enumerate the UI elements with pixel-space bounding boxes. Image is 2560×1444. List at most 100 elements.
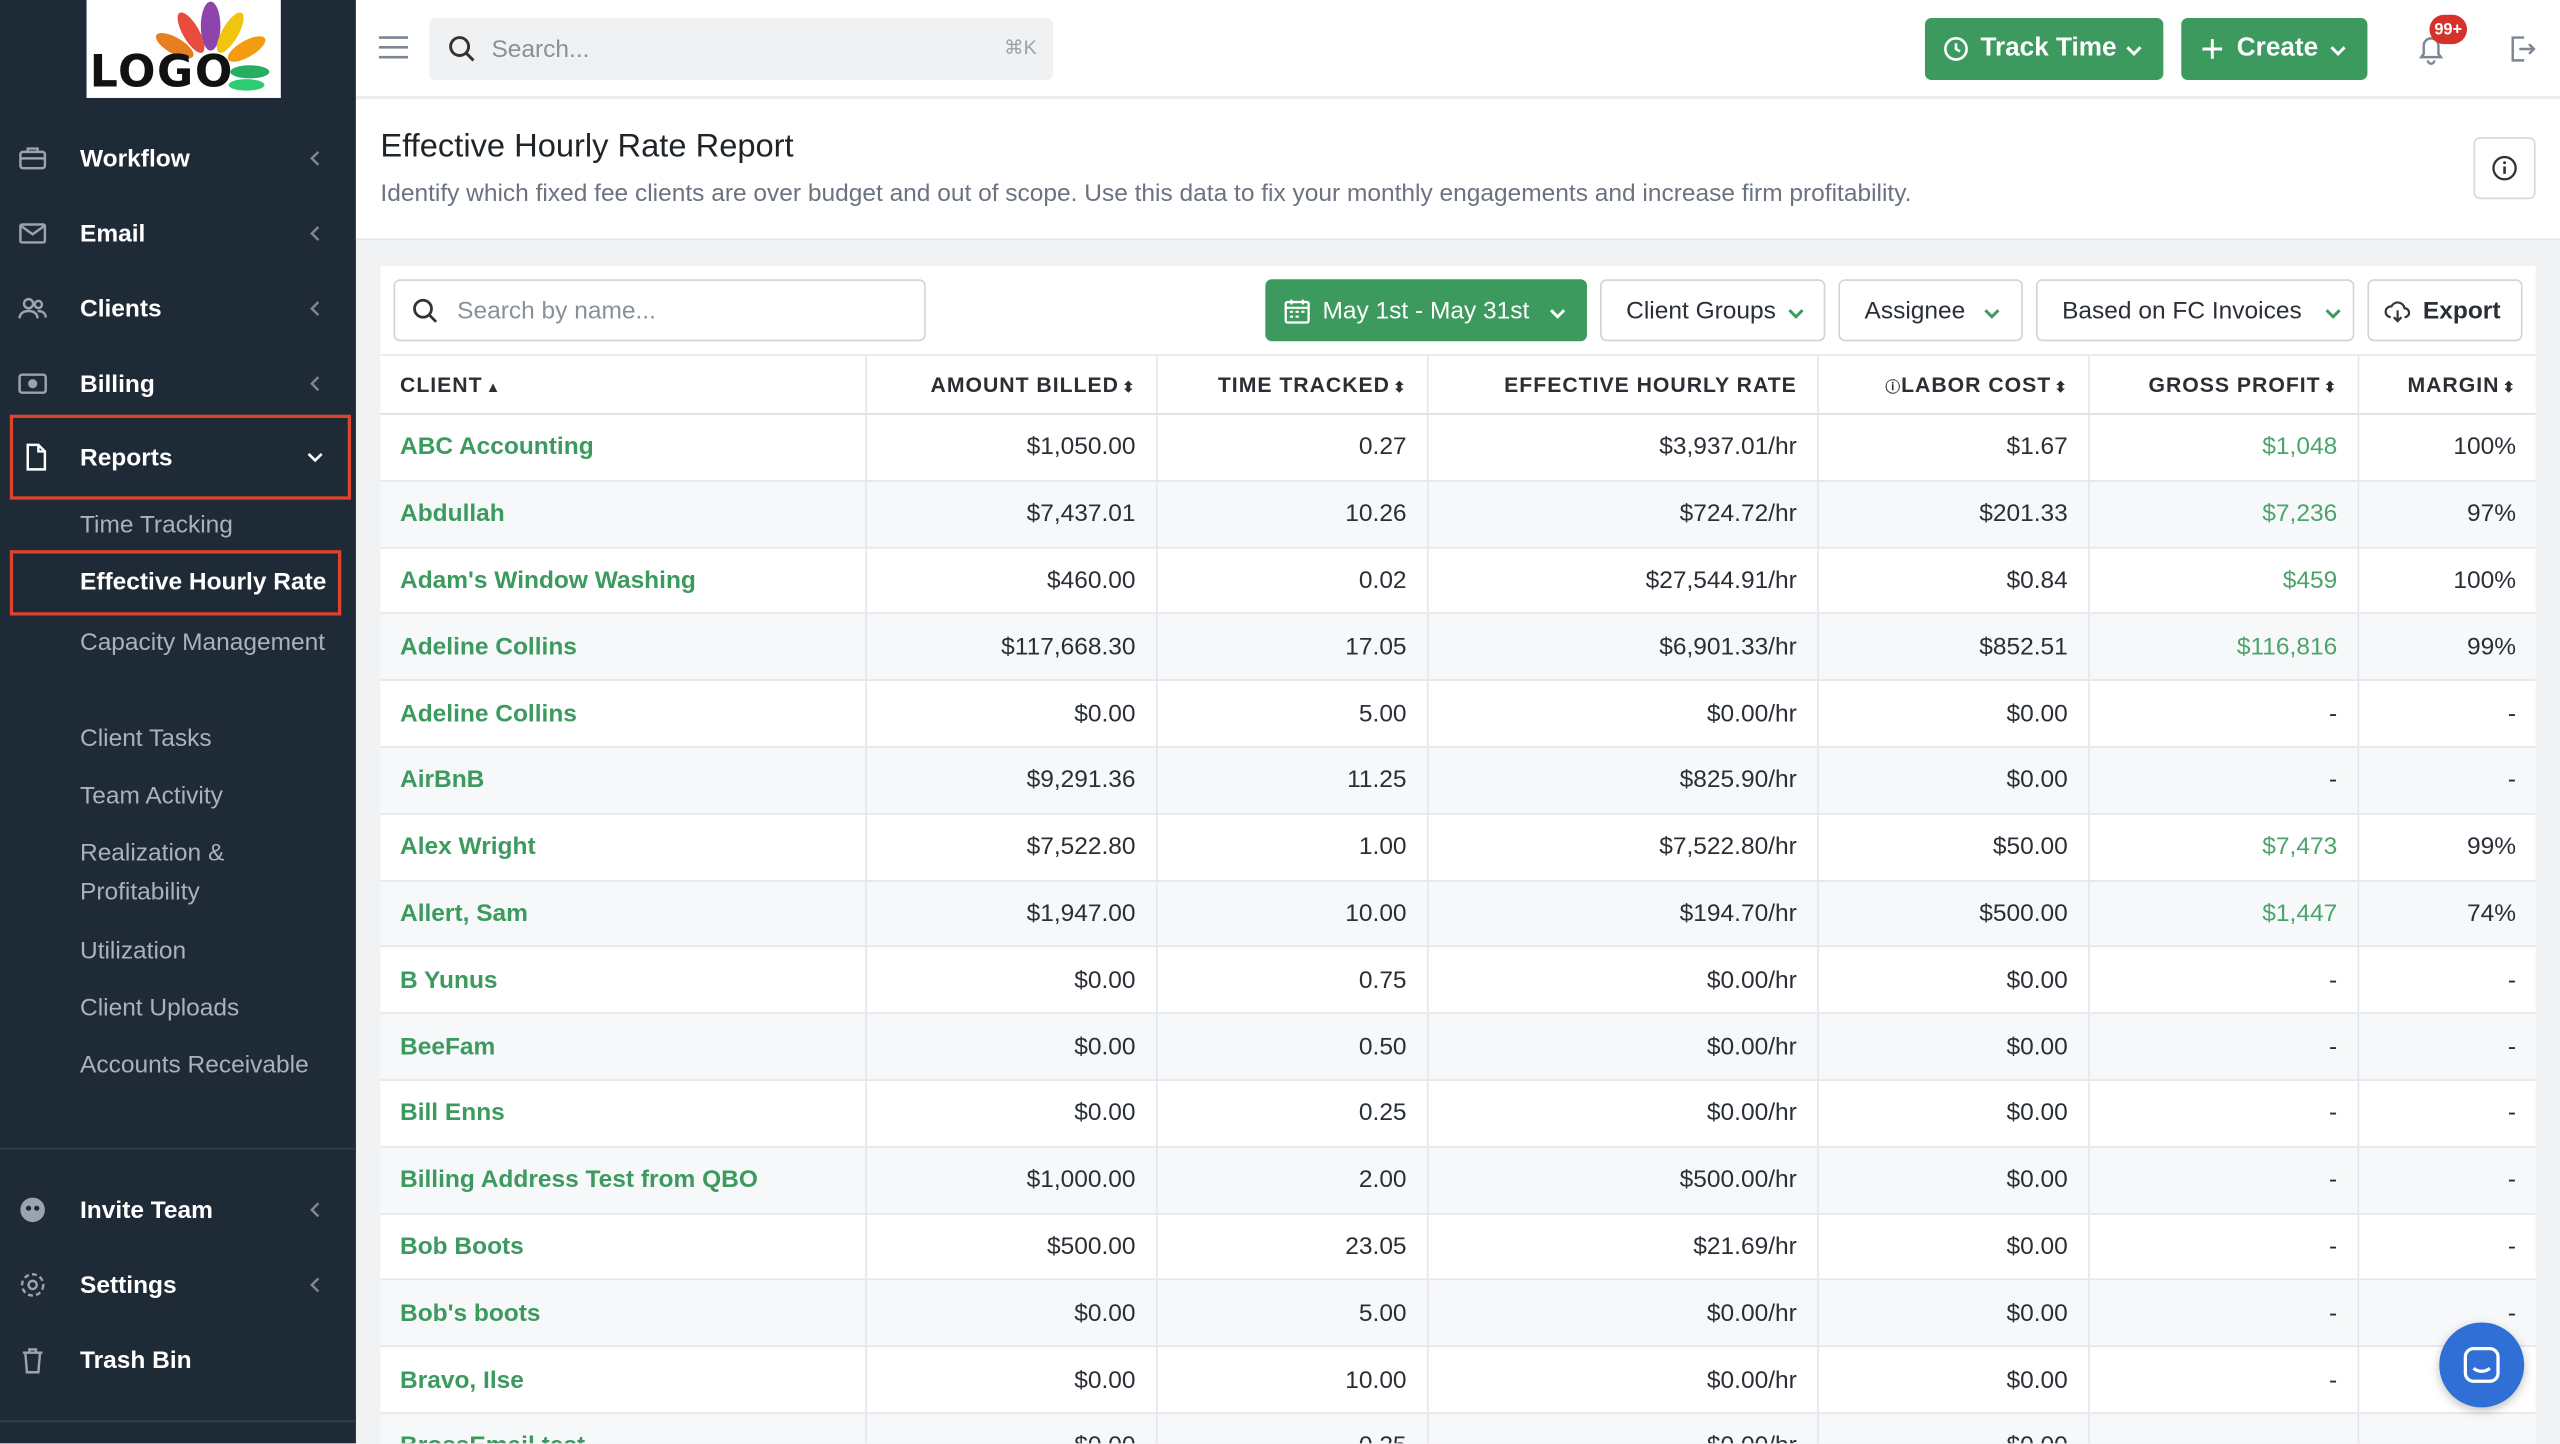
table-cell: $7,437.01 (864, 480, 1156, 548)
table-cell: $7,522.80 (864, 813, 1156, 881)
sidebar-sub-client-tasks[interactable]: Client Tasks (80, 720, 341, 759)
table-cell: 23.05 (1155, 1213, 1427, 1281)
table-cell: - (2356, 946, 2536, 1015)
global-search[interactable]: ⌘K (429, 17, 1054, 81)
sidebar-sub-client-uploads[interactable]: Client Uploads (80, 989, 341, 1028)
sidebar-divider (0, 1147, 356, 1150)
sidebar-sub-label: Effective Hourly Rate (80, 568, 327, 596)
sidebar-sub-effective-hourly-rate[interactable]: Effective Hourly Rate (9, 550, 342, 616)
sidebar-item-label: Reports (80, 443, 173, 472)
sidebar-item-billing[interactable]: Billing (0, 351, 356, 416)
based-on-dropdown[interactable]: Based on FC Invoices (2035, 279, 2355, 342)
col-header-labor-cost[interactable]: ⓘLABOR COST ⬍ (1816, 354, 2089, 415)
client-name-link[interactable]: Bravo, Ilse (380, 1346, 866, 1414)
info-button[interactable] (2473, 137, 2536, 200)
sidebar-sub-accounts-receivable[interactable]: Accounts Receivable (80, 1047, 341, 1086)
col-header-time-tracked[interactable]: TIME TRACKED ⬍ (1155, 354, 1427, 415)
client-name-link[interactable]: Bob's boots (380, 1279, 866, 1348)
hamburger-menu-icon[interactable] (378, 36, 409, 59)
export-button[interactable]: Export (2367, 279, 2523, 342)
table-cell: 2.00 (1155, 1146, 1427, 1215)
sort-icon: ⬍ (1122, 378, 1136, 396)
logo[interactable]: LOGO (86, 0, 281, 98)
sidebar-item-email[interactable]: Email (0, 201, 356, 266)
col-header-margin[interactable]: MARGIN ⬍ (2356, 354, 2536, 415)
table-cell: $1,000.00 (864, 1146, 1156, 1215)
table-cell: $0.00 (1816, 680, 2089, 748)
table-row: Adam's Window Washing $460.00 0.02 $27,544.… (380, 547, 2536, 615)
table-cell: 10.00 (1155, 1346, 1427, 1414)
client-name-link[interactable]: BeeFam (380, 1013, 866, 1081)
client-name-link[interactable]: Adeline Collins (380, 613, 866, 682)
sidebar-item-trash-bin[interactable]: Trash Bin (0, 1327, 356, 1392)
client-search-input[interactable] (457, 280, 915, 340)
table-cell: $460.00 (864, 547, 1156, 615)
table-cell: $0.00 (1816, 946, 2089, 1015)
table-cell: - (2356, 680, 2536, 748)
client-groups-dropdown[interactable]: Client Groups (1600, 279, 1826, 342)
logout-icon[interactable] (2508, 34, 2537, 63)
client-name-link[interactable]: ABC Accounting (380, 413, 866, 482)
date-range-button[interactable]: May 1st - May 31st (1265, 279, 1587, 342)
sidebar-item-reports[interactable]: Reports (9, 414, 352, 500)
table-cell: $852.51 (1816, 613, 2089, 682)
table-cell: 100% (2356, 547, 2536, 615)
col-header-gross-profit[interactable]: GROSS PROFIT ⬍ (2087, 354, 2358, 415)
gear-icon (20, 1273, 45, 1297)
client-name-link[interactable]: BrossEmail test (380, 1413, 866, 1444)
col-header-effective-hourly-rate: EFFECTIVE HOURLY RATE (1426, 354, 1818, 415)
client-name-link[interactable]: Allert, Sam (380, 880, 866, 948)
client-name-link[interactable]: Adeline Collins (380, 680, 866, 748)
global-search-input[interactable] (491, 17, 982, 81)
table-cell: $0.00 (1816, 1079, 2089, 1148)
sidebar-item-workflow[interactable]: Workflow (0, 126, 356, 191)
assignee-label: Assignee (1864, 297, 1966, 325)
table-cell: - (2087, 1346, 2358, 1414)
sidebar-item-invite-team[interactable]: Invite Team (0, 1177, 356, 1242)
client-name-link[interactable]: Bob Boots (380, 1213, 866, 1281)
client-name-link[interactable]: Adam's Window Washing (380, 547, 866, 615)
table-row: BeeFam $0.00 0.50 $0.00/hr $0.00- - (380, 1013, 2536, 1081)
col-header-amount-billed[interactable]: AMOUNT BILLED ⬍ (864, 354, 1156, 415)
table-cell: $459 (2087, 547, 2358, 615)
client-name-link[interactable]: B Yunus (380, 946, 866, 1015)
col-header-client[interactable]: CLIENT ▲ (380, 354, 866, 415)
table-cell: 0.25 (1155, 1413, 1427, 1444)
col-header-label: TIME TRACKED (1217, 372, 1390, 397)
sidebar-sub-utilization[interactable]: Utilization (80, 932, 341, 971)
table-row: BrossEmail test$0.000.25$0.00/hr$0.00-- (380, 1413, 2536, 1444)
table-cell: $117,668.30 (864, 613, 1156, 682)
users-icon (18, 297, 47, 319)
table-cell: 99% (2356, 613, 2536, 682)
client-search[interactable] (393, 279, 926, 342)
assignee-dropdown[interactable]: Assignee (1838, 279, 2023, 342)
track-time-button[interactable]: Track Time (1924, 17, 2164, 81)
client-name-link[interactable]: Billing Address Test from QBO (380, 1146, 866, 1215)
sidebar-sub-capacity-management[interactable]: Capacity Management (80, 624, 341, 663)
sidebar-sub-time-tracking[interactable]: Time Tracking (80, 506, 341, 545)
chevron-down-icon (307, 452, 323, 463)
table-cell: $724.72/hr (1426, 480, 1818, 548)
table-cell: $7,236 (2087, 480, 2358, 548)
info-icon[interactable]: ⓘ (1885, 379, 1901, 395)
sidebar-sub-team-activity[interactable]: Team Activity (80, 777, 341, 816)
table-cell: $0.00 (1816, 1346, 2089, 1414)
sidebar-divider (0, 1420, 356, 1423)
client-name-link[interactable]: AirBnB (380, 746, 866, 815)
table-cell: $0.00/hr (1426, 946, 1818, 1015)
sidebar-item-clients[interactable]: Clients (0, 276, 356, 341)
sidebar-sub-realization-profitability[interactable]: Realization & Profitability (80, 834, 341, 912)
table-cell: $1,947.00 (864, 880, 1156, 948)
table-row: Alex Wright $7,522.80 1.00 $7,522.80/hr $50.… (380, 813, 2536, 881)
client-name-link[interactable]: Abdullah (380, 480, 866, 548)
table-row: Bob's boots $0.00 5.00 $0.00/hr $0.00- - (380, 1279, 2536, 1348)
create-button[interactable]: Create (2181, 17, 2368, 81)
sidebar-item-settings[interactable]: Settings (0, 1252, 356, 1317)
table-cell: 0.75 (1155, 946, 1427, 1015)
table-cell: $0.00 (864, 1279, 1156, 1348)
table-cell: - (2087, 746, 2358, 815)
chat-launcher-button[interactable] (2439, 1322, 2525, 1408)
table-cell: 0.50 (1155, 1013, 1427, 1081)
client-name-link[interactable]: Alex Wright (380, 813, 866, 881)
client-name-link[interactable]: Bill Enns (380, 1079, 866, 1148)
